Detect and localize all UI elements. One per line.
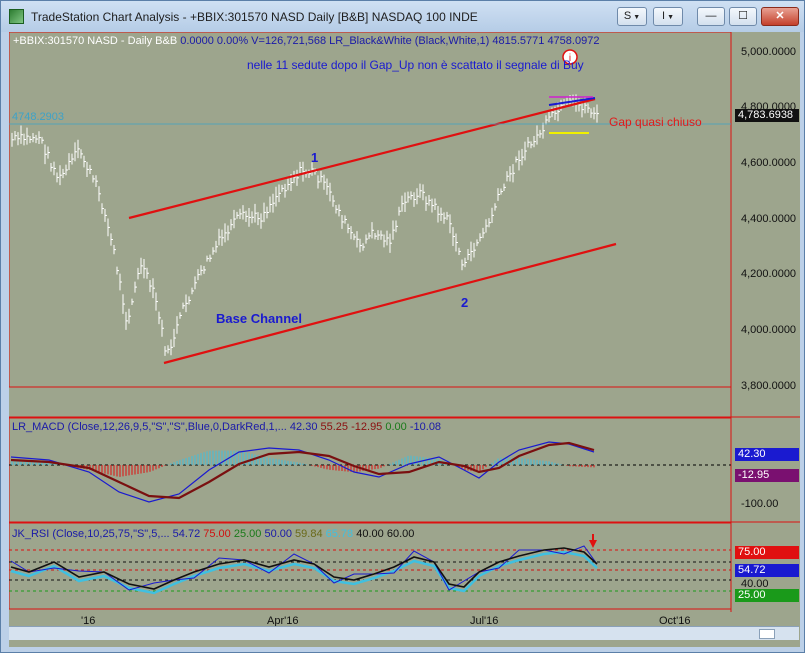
- gap-label: Gap quasi chiuso: [609, 115, 702, 129]
- macd-header: LR_MACD (Close,12,26,9,5,"S","S",Blue,0,…: [12, 421, 442, 433]
- price-line-label: 4748.2903: [12, 111, 64, 123]
- wave-2-label: 2: [461, 295, 469, 310]
- macd-indicator: [9, 441, 731, 503]
- rsi-header: JK_RSI (Close,10,25,75,"S",5,... 54.72 7…: [12, 528, 415, 540]
- insert-menu-button[interactable]: I ▼: [653, 7, 683, 26]
- y-tick: 5,000.0000: [741, 46, 797, 58]
- y-tick: 3,800.0000: [741, 380, 797, 392]
- wave-1-label: 1: [311, 150, 319, 165]
- annotation-text: nelle 11 sedute dopo il Gap_Up non è sca…: [247, 58, 584, 72]
- lower-channel-line: [163, 242, 617, 365]
- last-price-box: 4,783.6938: [735, 109, 799, 122]
- horizontal-scrollbar[interactable]: [9, 626, 799, 640]
- rsi-value-box: 54.72: [735, 564, 799, 577]
- macd-value-box: 42.30: [735, 448, 799, 461]
- y-tick: 4,000.0000: [741, 324, 797, 336]
- minimize-button[interactable]: —: [697, 7, 725, 26]
- rsi-25-box: 25.00: [735, 589, 799, 602]
- tradestation-app-icon: [9, 9, 24, 24]
- chevron-down-icon: ▼: [633, 14, 641, 21]
- chart-area[interactable]: i +BBIX:301570 NASD - Daily B&B 0.0000 0…: [9, 32, 800, 647]
- maximize-button[interactable]: ☐: [729, 7, 757, 26]
- price-bars: [11, 94, 599, 356]
- window-title: TradeStation Chart Analysis - +BBIX:3015…: [31, 10, 478, 24]
- chart-window: TradeStation Chart Analysis - +BBIX:3015…: [0, 0, 805, 653]
- y-tick: 4,600.0000: [741, 157, 797, 169]
- red-arrow-icon: [589, 534, 597, 548]
- y-tick: 4,200.0000: [741, 268, 797, 280]
- trend-channel: i: [9, 49, 731, 365]
- rsi-line: [10, 547, 598, 590]
- scroll-thumb[interactable]: [759, 629, 775, 639]
- price-panel-header: +BBIX:301570 NASD - Daily B&B 0.0000 0.0…: [13, 35, 600, 47]
- close-button[interactable]: ✕: [761, 7, 799, 26]
- styles-menu-button[interactable]: S ▼: [617, 7, 647, 26]
- rsi-75-box: 75.00: [735, 546, 799, 559]
- y-tick: 4,400.0000: [741, 213, 797, 225]
- rsi-indicator: [9, 545, 731, 595]
- rsi-fast-line: [10, 545, 598, 591]
- macd-signal-box: -12.95: [735, 469, 799, 482]
- base-channel-label: Base Channel: [216, 311, 302, 326]
- title-bar: TradeStation Chart Analysis - +BBIX:3015…: [1, 1, 804, 32]
- chevron-down-icon: ▼: [667, 14, 674, 21]
- y-tick: -100.00: [741, 498, 779, 510]
